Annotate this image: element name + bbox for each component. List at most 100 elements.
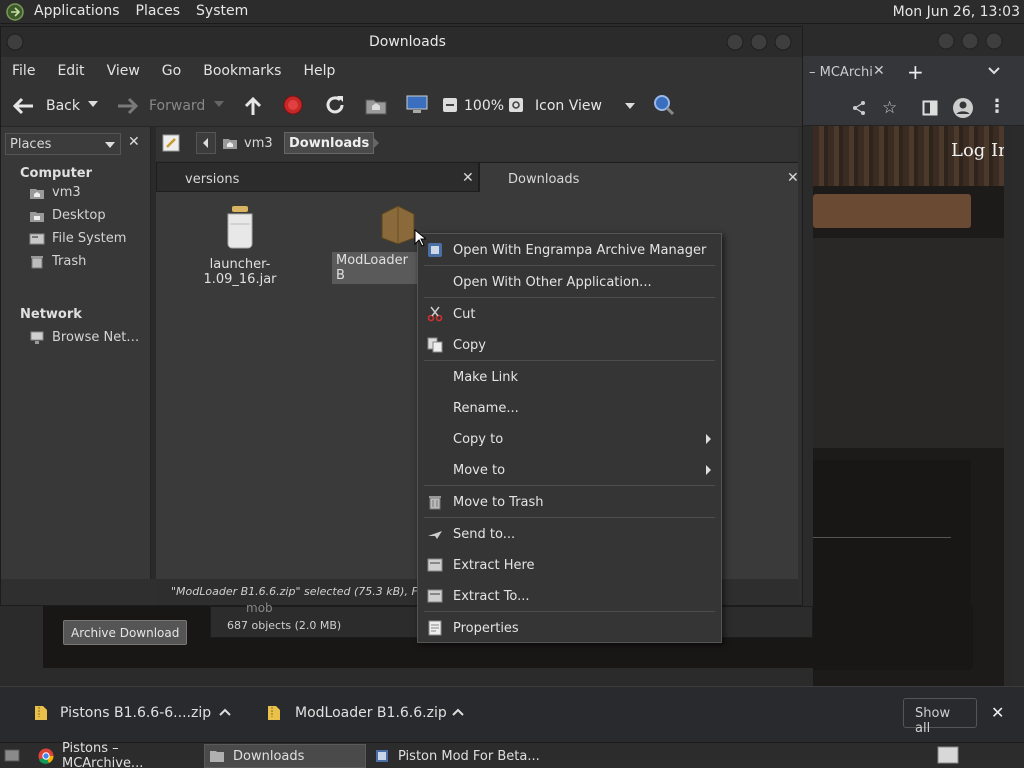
search-bar[interactable]: [813, 194, 971, 228]
taskbar-item-browser[interactable]: Pistons – MCArchive...: [38, 741, 202, 768]
menu-item-properties[interactable]: Properties: [418, 613, 721, 643]
minimize-icon[interactable]: [726, 33, 744, 51]
forward-history-dropdown-icon[interactable]: [214, 100, 224, 108]
menu-item-extract-here[interactable]: Extract Here: [418, 550, 721, 580]
stop-icon[interactable]: [283, 95, 303, 115]
path-segment-vm3[interactable]: vm3: [222, 132, 273, 154]
browser-close-icon[interactable]: [985, 32, 1003, 50]
places-menu[interactable]: Places: [128, 3, 189, 19]
path-left-arrow[interactable]: [196, 132, 216, 154]
content-scrollbar[interactable]: [798, 127, 802, 605]
bookmark-star-icon[interactable]: ☆: [882, 98, 897, 118]
search-icon[interactable]: [653, 94, 675, 116]
tab-downloads[interactable]: Downloads ✕: [479, 162, 802, 192]
menu-item-copy[interactable]: Copy: [418, 330, 721, 360]
download-item-pistons[interactable]: Pistons B1.6.6-6....zip: [34, 705, 211, 721]
menu-item-extract-to[interactable]: Extract To...: [418, 581, 721, 611]
reload-icon[interactable]: [324, 94, 346, 116]
zoom-out-icon[interactable]: [442, 97, 458, 113]
taskbar-item-piston-mod[interactable]: Piston Mod For Beta...: [374, 744, 554, 768]
close-sidebar-icon[interactable]: ✕: [128, 134, 140, 150]
network-icon: [29, 331, 45, 345]
context-menu: Open With Engrampa Archive Manager Open …: [417, 233, 722, 643]
tab-search-chevron-icon[interactable]: [987, 64, 1001, 78]
bookmarks-menu[interactable]: Bookmarks: [192, 63, 292, 79]
zip-file-icon: [267, 705, 281, 721]
back-arrow-icon[interactable]: [11, 95, 35, 117]
up-arrow-icon[interactable]: [242, 94, 264, 116]
maximize-icon[interactable]: [750, 33, 768, 51]
browser-minimize-icon[interactable]: [937, 32, 955, 50]
menu-item-make-link[interactable]: Make Link: [418, 362, 721, 392]
tab-versions[interactable]: versions ✕: [156, 162, 479, 192]
home-folder-icon[interactable]: [365, 95, 387, 115]
sidebar-item-vm3[interactable]: vm3: [29, 185, 81, 200]
go-menu[interactable]: Go: [151, 63, 192, 79]
path-segment-downloads[interactable]: Downloads: [284, 132, 375, 154]
help-menu[interactable]: Help: [292, 63, 346, 79]
window-menu-icon[interactable]: [6, 33, 24, 51]
sidebar-item-browse-network[interactable]: Browse Net…: [29, 330, 139, 345]
file-manager-titlebar[interactable]: Downloads: [1, 27, 802, 57]
view-mode-select[interactable]: Icon View: [535, 98, 602, 114]
close-window-icon[interactable]: [774, 33, 792, 51]
applications-menu[interactable]: Applications: [26, 3, 128, 19]
menu-item-cut[interactable]: Cut: [418, 299, 721, 329]
home-folder-icon: [29, 186, 45, 200]
browser-scrollbar[interactable]: [1004, 126, 1013, 686]
download-item-label: Pistons B1.6.6-6....zip: [60, 705, 212, 721]
sidebar-item-trash[interactable]: Trash: [29, 254, 86, 269]
menu-item-open-with-engrampa[interactable]: Open With Engrampa Archive Manager: [418, 235, 721, 265]
archive-download-button[interactable]: Archive Download: [63, 620, 188, 645]
back-history-dropdown-icon[interactable]: [88, 100, 98, 108]
copy-icon: [427, 337, 443, 353]
show-desktop-icon[interactable]: [4, 747, 20, 763]
view-menu[interactable]: View: [96, 63, 151, 79]
file-name: launcher-1.09_16.jar: [203, 257, 277, 287]
edit-menu[interactable]: Edit: [46, 63, 95, 79]
path-right-arrow[interactable]: [372, 136, 382, 150]
forward-arrow-icon[interactable]: [116, 95, 140, 117]
side-panel-icon[interactable]: [922, 100, 938, 116]
forward-button[interactable]: Forward: [149, 98, 205, 114]
tab-close-icon[interactable]: ✕: [462, 170, 474, 186]
tab-close-icon[interactable]: ✕: [787, 170, 799, 186]
file-manager-toolbar: Back Forward 100% Icon View: [1, 85, 802, 127]
zoom-in-icon[interactable]: [508, 97, 524, 113]
browser-maximize-icon[interactable]: [961, 32, 979, 50]
path-segment-label: vm3: [244, 135, 273, 151]
file-item-launcher-jar[interactable]: launcher-1.09_16.jar: [174, 204, 306, 287]
menu-item-open-with-other[interactable]: Open With Other Application...: [418, 267, 721, 297]
download-options-chevron-icon[interactable]: [452, 707, 464, 717]
share-icon[interactable]: [851, 100, 867, 116]
new-tab-icon[interactable]: +: [907, 60, 924, 84]
sidebar-item-file-system[interactable]: File System: [29, 231, 126, 246]
computer-icon[interactable]: [405, 94, 429, 116]
show-all-downloads-button[interactable]: Show all: [903, 698, 977, 736]
zoom-level[interactable]: 100%: [464, 98, 504, 114]
browser-menu-icon[interactable]: ⋮: [988, 96, 1006, 117]
close-shelf-icon[interactable]: ✕: [991, 703, 1004, 722]
back-button[interactable]: Back: [46, 98, 80, 114]
workspace-switcher-icon[interactable]: [937, 746, 959, 764]
browser-tab-close-icon[interactable]: ✕: [873, 63, 885, 79]
login-link[interactable]: Log In: [951, 140, 1010, 161]
sidebar-item-desktop[interactable]: Desktop: [29, 208, 106, 223]
system-menu[interactable]: System: [188, 3, 256, 19]
file-menu[interactable]: File: [1, 63, 46, 79]
browser-tab-title[interactable]: – MCArchi: [809, 65, 873, 80]
sidebar-type-dropdown[interactable]: Places: [5, 133, 121, 155]
clock[interactable]: Mon Jun 26, 13:03: [893, 4, 1020, 20]
view-mode-dropdown-icon[interactable]: [625, 102, 635, 110]
profile-avatar-icon[interactable]: [952, 97, 974, 119]
menu-item-rename[interactable]: Rename...: [418, 393, 721, 423]
menu-item-move-to[interactable]: Move to: [418, 455, 721, 485]
download-item-modloader[interactable]: ModLoader B1.6.6.zip: [267, 705, 447, 721]
menu-item-copy-to[interactable]: Copy to: [418, 424, 721, 454]
menu-item-move-to-trash[interactable]: Move to Trash: [418, 487, 721, 517]
toggle-location-entry-icon[interactable]: [161, 133, 181, 153]
taskbar-item-downloads[interactable]: Downloads: [204, 744, 366, 768]
distro-logo-icon[interactable]: [6, 3, 24, 21]
menu-item-send-to[interactable]: Send to...: [418, 519, 721, 549]
download-options-chevron-icon[interactable]: [219, 707, 231, 717]
